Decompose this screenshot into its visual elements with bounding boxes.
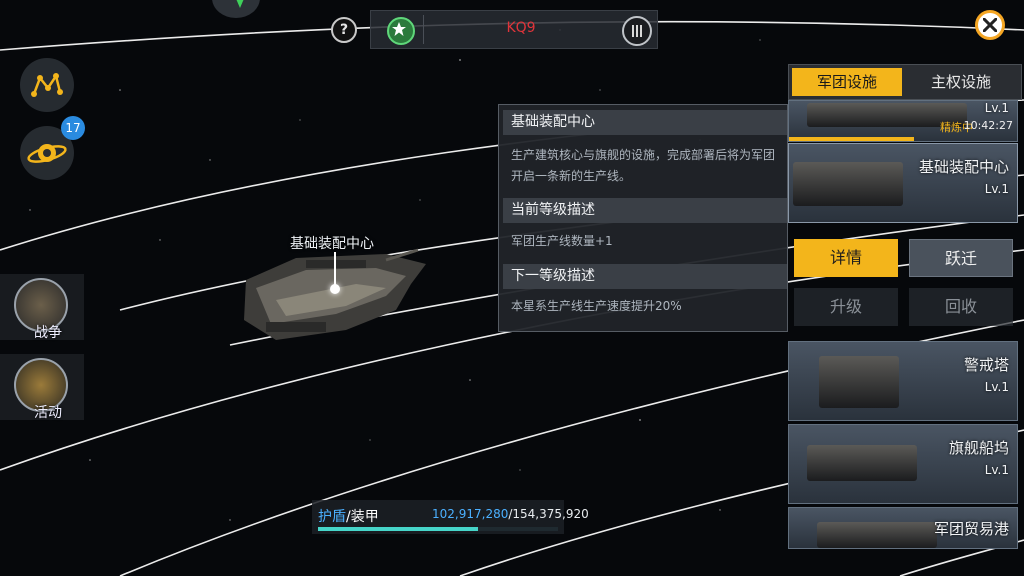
facility-level: Lv.1 <box>984 463 1009 477</box>
next-level-header: 下一等级描述 <box>503 264 787 289</box>
location-bar: KQ9 <box>370 10 658 49</box>
next-level-text: 本星系生产线生产速度提升20% <box>511 299 682 313</box>
event-button[interactable]: 活动 <box>0 354 84 421</box>
facility-card-refinery[interactable]: Lv.1 精炼中 10:42:27 <box>788 100 1018 142</box>
tab-legion-facilities[interactable]: 军团设施 <box>792 68 902 96</box>
shield-armor-value: 102,917,280/154,375,920 <box>432 507 589 521</box>
notification-badge: 17 <box>61 116 85 140</box>
facility-card-flagship-dock[interactable]: 旗舰船坞 Lv.1 <box>788 424 1018 504</box>
label-pointer <box>334 252 336 286</box>
facility-card-assembly-center[interactable]: 基础装配中心 Lv.1 <box>788 143 1018 223</box>
facility-title: 基础装配中心 <box>503 110 787 135</box>
refining-timer: 10:42:27 <box>963 119 1013 132</box>
current-level-header: 当前等级描述 <box>503 198 787 223</box>
event-label: 活动 <box>34 405 62 421</box>
shield-progress-fill <box>318 527 479 531</box>
recycle-button[interactable]: 回收 <box>909 288 1013 326</box>
assembly-center-structure[interactable] <box>236 240 436 350</box>
facility-level: Lv.1 <box>984 380 1009 394</box>
shield-armor-status: 护盾/装甲 102,917,280/154,375,920 <box>312 500 589 534</box>
divider <box>423 15 424 44</box>
close-icon <box>983 18 997 32</box>
upgrade-button[interactable]: 升级 <box>794 288 898 326</box>
help-button[interactable]: ? <box>331 17 357 43</box>
current-level-text: 军团生产线数量+1 <box>511 234 613 248</box>
jump-button[interactable]: 跃迁 <box>909 239 1013 277</box>
structure-label: 基础装配中心 <box>290 236 374 252</box>
star-map-button[interactable] <box>20 58 74 112</box>
menu-button[interactable] <box>622 16 652 46</box>
facility-name: 旗舰船坞 <box>948 439 1009 457</box>
facility-tabs: 军团设施 主权设施 <box>788 64 1022 100</box>
details-button[interactable]: 详情 <box>794 239 898 277</box>
facility-name: 基础装配中心 <box>918 158 1009 176</box>
close-button[interactable] <box>975 10 1005 40</box>
facility-name: 军团贸易港 <box>933 520 1009 538</box>
refining-progress-bar <box>789 137 915 141</box>
facility-card-trade-port[interactable]: 军团贸易港 <box>788 507 1018 549</box>
tab-sovereignty-facilities[interactable]: 主权设施 <box>906 68 1016 96</box>
facility-level: Lv.1 <box>984 101 1009 115</box>
war-label: 战争 <box>34 325 62 341</box>
constellation-icon <box>31 72 63 97</box>
coordinate-text: KQ9 <box>506 20 536 36</box>
facility-info-panel: 基础装配中心 生产建筑核心与旗舰的设施，完成部署后将为军团开启一条新的生产线。 … <box>498 104 788 332</box>
facility-name: 警戒塔 <box>963 356 1009 374</box>
legion-icon[interactable] <box>387 17 415 45</box>
facility-level: Lv.1 <box>984 182 1009 196</box>
facility-card-watchtower[interactable]: 警戒塔 Lv.1 <box>788 341 1018 421</box>
location-marker <box>330 284 340 294</box>
shield-progress-track <box>318 527 558 531</box>
facility-description: 生产建筑核心与旗舰的设施，完成部署后将为军团开启一条新的生产线。 <box>511 148 776 183</box>
war-button[interactable]: 战争 <box>0 274 84 341</box>
shield-armor-label: 护盾/装甲 <box>318 509 379 525</box>
